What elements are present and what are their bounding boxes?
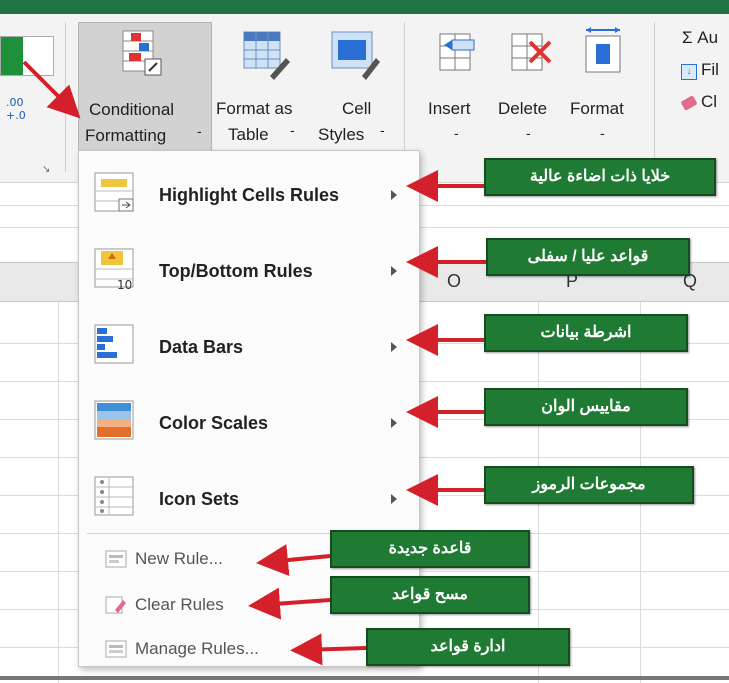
arrow-to-conditional-formatting — [22, 60, 81, 119]
callout-data-bars: اشرطة بيانات — [484, 314, 688, 352]
callout-new-rule: قاعدة جديدة — [330, 530, 530, 568]
arrow-manage-rules — [290, 633, 367, 666]
callout-icon-sets: مجموعات الرموز — [484, 466, 694, 504]
arrow-new-rule — [256, 544, 331, 576]
callout-highlight-cells: خلايا ذات اضاءة عالية — [484, 158, 716, 196]
callout-manage-rules: ادارة قواعد — [366, 628, 570, 666]
callout-top-bottom: قواعد عليا / سفلى — [486, 238, 690, 276]
arrow-clear-rules — [248, 587, 331, 620]
bottom-border — [0, 676, 729, 680]
callout-color-scales: مقاييس الوان — [484, 388, 688, 426]
callout-clear-rules: مسح قواعد — [330, 576, 530, 614]
